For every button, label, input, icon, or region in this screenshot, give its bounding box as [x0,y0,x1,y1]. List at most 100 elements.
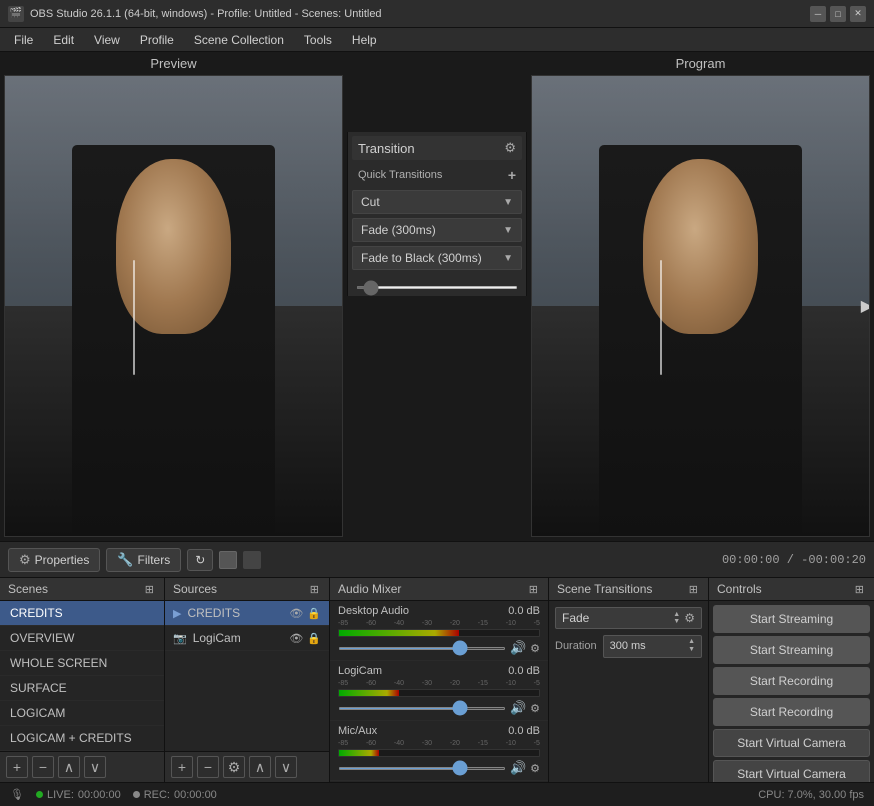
audio-logicam-mute-icon[interactable]: 🔊 [510,700,526,716]
scene-item-whole-screen[interactable]: WHOLE SCREEN [0,651,164,676]
transition-fade[interactable]: Fade (300ms) ▼ [352,218,522,242]
maximize-button[interactable]: □ [830,6,846,22]
source-logicam-actions: 👁 🔒 [289,632,321,645]
audio-mic-volume-slider[interactable] [338,767,506,770]
scene-item-logicam-credits[interactable]: LOGICAM + CREDITS [0,726,164,751]
bottom-area: ⚙ Properties 🔧 Filters ↻ 00:00:00 / -00:… [0,542,874,782]
audio-desktop-gear-icon[interactable]: ⚙ [530,642,540,655]
start-recording-button-2[interactable]: Start Recording [713,698,870,726]
status-cpu-label: CPU: 7.0%, 30.00 fps [758,789,864,801]
status-bar: 🎙 LIVE: 00:00:00 REC: 00:00:00 CPU: 7.0%… [0,782,874,806]
audio-options-button[interactable]: ⊞ [527,583,540,596]
audio-logicam-gear-icon[interactable]: ⚙ [530,702,540,715]
source-play-icon: ▶ [173,607,181,620]
transition-cut[interactable]: Cut ▼ [352,190,522,214]
close-button[interactable]: ✕ [850,6,866,22]
start-virtual-camera-button-2[interactable]: Start Virtual Camera [713,760,870,782]
preview-panel-left: Preview [0,52,347,541]
transition-cut-chevron: ▼ [503,197,513,208]
source-item-credits[interactable]: ▶ CREDITS 👁 🔒 [165,601,329,626]
menu-edit[interactable]: Edit [43,31,84,49]
start-recording-button-1[interactable]: Start Recording [713,667,870,695]
source-eye-icon[interactable]: 👁 [289,607,303,620]
menu-help[interactable]: Help [342,31,387,49]
controls-inner: Start Streaming Start Streaming Start Re… [709,601,874,782]
scenes-up-button[interactable]: ∧ [58,756,80,778]
audio-mic-mute-icon[interactable]: 🔊 [510,760,526,776]
transition-fade-black-label: Fade to Black (300ms) [361,251,482,265]
properties-button[interactable]: ⚙ Properties [8,548,100,572]
start-streaming-button-1[interactable]: Start Streaming [713,605,870,633]
transition-fade-label: Fade (300ms) [361,223,436,237]
preview-label-right: Program [676,56,726,71]
preview-screen-left[interactable] [4,75,343,537]
scene-transition-gear-icon[interactable]: ⚙ [684,611,695,625]
sources-settings-button[interactable]: ⚙ [223,756,245,778]
scenes-down-button[interactable]: ∨ [84,756,106,778]
filters-button[interactable]: 🔧 Filters [106,548,181,572]
start-virtual-camera-button-1[interactable]: Start Virtual Camera [713,729,870,757]
scene-transitions-options-button[interactable]: ⊞ [687,583,700,596]
scene-item-credits[interactable]: CREDITS [0,601,164,626]
transition-fade-black[interactable]: Fade to Black (300ms) ▼ [352,246,522,270]
menu-file[interactable]: File [4,31,43,49]
camera-feed-right: ▶ [532,76,869,536]
source-logicam-eye-icon[interactable]: 👁 [289,632,303,645]
audio-logicam-volume-slider[interactable] [338,707,506,710]
audio-desktop-mute-icon[interactable]: 🔊 [510,640,526,656]
menu-tools[interactable]: Tools [294,31,342,49]
audio-desktop-volume-slider[interactable] [338,647,506,650]
menu-scene-collection[interactable]: Scene Collection [184,31,294,49]
controls-panel-header: Controls ⊞ [709,578,874,601]
scenes-add-button[interactable]: + [6,756,28,778]
duration-input[interactable]: 300 ms ▲ ▼ [603,635,702,658]
sources-remove-button[interactable]: − [197,756,219,778]
controls-panel: Controls ⊞ Start Streaming Start Streami… [709,578,874,782]
transition-slider-container [352,278,522,292]
scenes-lock-button[interactable]: ⊞ [143,583,156,596]
transition-gear-icon[interactable]: ⚙ [504,140,516,156]
source-logicam-lock-icon[interactable]: 🔒 [307,632,321,645]
app-icon: 🎬 [8,6,24,22]
source-lock-icon[interactable]: 🔒 [307,607,321,620]
window-title: OBS Studio 26.1.1 (64-bit, windows) - Pr… [30,8,810,20]
scene-item-logicam[interactable]: LOGICAM [0,701,164,726]
audio-desktop-meter [338,629,540,637]
scene-indicator[interactable] [243,551,261,569]
trans-arrow-up[interactable]: ▲ [673,611,680,618]
minimize-button[interactable]: ─ [810,6,826,22]
status-mic-item: 🎙 [10,788,24,801]
duration-spin-up[interactable]: ▲ [688,638,695,646]
transition-title: Transition [358,141,415,156]
audio-logicam-meter [338,689,540,697]
start-streaming-button-2[interactable]: Start Streaming [713,636,870,664]
scene-item-surface[interactable]: SURFACE [0,676,164,701]
scene-item-overview[interactable]: OVERVIEW [0,626,164,651]
scenes-footer: + − ∧ ∨ [0,751,164,782]
sources-lock-button[interactable]: ⊞ [308,583,321,596]
sources-up-button[interactable]: ∧ [249,756,271,778]
sources-header-label: Sources [173,582,217,596]
trans-arrow-down[interactable]: ▼ [673,618,680,625]
audio-mic-gear-icon[interactable]: ⚙ [530,762,540,775]
quick-transitions-add-button[interactable]: + [508,167,516,183]
audio-mic-scale: -85-60-40-30-20-15-10-5 [338,740,540,747]
sources-down-button[interactable]: ∨ [275,756,297,778]
menu-view[interactable]: View [84,31,130,49]
sources-add-button[interactable]: + [171,756,193,778]
transition-slider[interactable] [356,286,518,289]
scenes-panel-header: Scenes ⊞ [0,578,164,601]
scene-transitions-inner: Fade ▲ ▼ ⚙ Duration 300 ms ▲ [549,601,708,664]
source-item-logicam[interactable]: 📷 LogiCam 👁 🔒 [165,626,329,651]
camera-feed-left [5,76,342,536]
preview-screen-right[interactable]: ▶ [531,75,870,537]
duration-spin-down[interactable]: ▼ [688,646,695,654]
scene-transition-select[interactable]: Fade ▲ ▼ ⚙ [555,607,702,629]
refresh-button[interactable]: ↻ [187,549,213,571]
scenes-remove-button[interactable]: − [32,756,54,778]
controls-options-button[interactable]: ⊞ [853,583,866,596]
audio-desktop-controls: 🔊 ⚙ [338,640,540,656]
menu-profile[interactable]: Profile [130,31,184,49]
scenes-header-label: Scenes [8,582,48,596]
stop-button[interactable] [219,551,237,569]
